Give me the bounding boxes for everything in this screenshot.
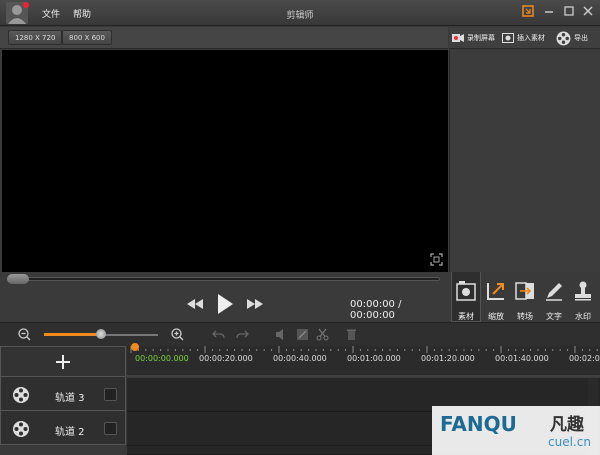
timeline-toolbar xyxy=(0,322,600,346)
maximize-icon[interactable] xyxy=(561,4,577,18)
track-name: 轨道 2 xyxy=(55,427,85,438)
zoom-out-icon[interactable] xyxy=(18,328,31,341)
edit-tabs: 素材 缩放 转场 文字 水印 xyxy=(449,272,600,322)
crop-icon[interactable] xyxy=(296,328,309,341)
title-bar: 文件 帮助 剪辑师 xyxy=(0,0,600,26)
resolution-toolbar: 1280 X 720 800 X 600 xyxy=(0,27,448,49)
menu-file[interactable]: 文件 xyxy=(42,7,60,20)
tab-label: 缩放 xyxy=(488,312,504,321)
current-time-label: 00:00:00.000 xyxy=(135,354,189,363)
timeline-ruler[interactable]: 00:00:00.000 00:00:20.000 00:00:40.000 0… xyxy=(127,346,600,377)
tick-label: 00:00:40.000 xyxy=(273,354,327,363)
tick-label: 00:01:40.000 xyxy=(495,354,549,363)
delete-icon[interactable] xyxy=(345,328,358,341)
transition-icon xyxy=(514,272,536,305)
add-track-button[interactable] xyxy=(0,346,126,377)
tick-label: 00:02:0 xyxy=(569,354,600,363)
material-panel xyxy=(449,50,600,272)
site-watermark: FANQU 凡趣 cuel.cn xyxy=(432,406,600,455)
tab-1[interactable]: 缩放 xyxy=(481,272,511,322)
tick-label: 00:00:20.000 xyxy=(199,354,253,363)
fast-forward-icon[interactable] xyxy=(246,297,264,314)
insert-material-button[interactable]: 插入素材 xyxy=(502,28,545,48)
playhead[interactable] xyxy=(131,343,139,351)
minimize-icon[interactable] xyxy=(541,4,557,18)
play-icon[interactable] xyxy=(216,293,234,318)
user-avatar-icon[interactable] xyxy=(6,2,29,24)
tick-label: 00:01:20.000 xyxy=(421,354,475,363)
watermark-url: cuel.cn xyxy=(548,435,591,449)
tick-label: 00:01:00.000 xyxy=(347,354,401,363)
seekbar-area xyxy=(0,272,448,288)
fullscreen-icon[interactable] xyxy=(430,253,443,266)
redo-icon[interactable] xyxy=(236,328,249,341)
tab-3[interactable]: 文字 xyxy=(539,272,569,322)
stamp-icon xyxy=(572,272,594,305)
track-header[interactable]: 轨道 3 xyxy=(0,377,126,411)
zoom-slider-fill xyxy=(44,333,101,336)
tab-label: 转场 xyxy=(517,312,533,321)
export-button[interactable]: 导出 xyxy=(556,28,588,48)
tab-label: 水印 xyxy=(575,312,591,321)
lock-icon[interactable] xyxy=(104,388,117,401)
zoom-slider-thumb[interactable] xyxy=(96,329,106,339)
lock-icon[interactable] xyxy=(104,422,117,435)
film-reel-icon xyxy=(13,387,29,403)
cut-icon[interactable] xyxy=(316,328,329,341)
zoom-crop-icon xyxy=(485,272,507,305)
watermark-cn-text: 凡趣 xyxy=(550,415,584,435)
record-icon xyxy=(452,34,464,42)
tab-4[interactable]: 水印 xyxy=(568,272,598,322)
track-header[interactable]: 轨道 2 xyxy=(0,411,126,445)
film-reel-icon xyxy=(556,31,571,45)
seek-track[interactable] xyxy=(7,277,440,281)
tab-label: 文字 xyxy=(546,312,562,321)
tab-0[interactable]: 素材 xyxy=(451,272,481,322)
track-name: 轨道 3 xyxy=(55,393,85,404)
tab-2[interactable]: 转场 xyxy=(510,272,540,322)
film-reel-icon xyxy=(13,421,29,437)
tab-label: 素材 xyxy=(458,312,474,321)
material-icon xyxy=(455,272,477,305)
text-pen-icon xyxy=(543,272,565,305)
action-toolbar: 录制屏幕 插入素材 导出 xyxy=(449,27,600,49)
watermark-logo-text: FANQU xyxy=(440,412,517,436)
seek-thumb[interactable] xyxy=(7,274,29,284)
player-controls: 00:00:00 / 00:00:00 xyxy=(0,288,448,322)
insert-icon xyxy=(502,33,514,43)
timecode: 00:00:00 / 00:00:00 xyxy=(350,299,402,321)
record-screen-button[interactable]: 录制屏幕 xyxy=(452,28,495,48)
resolution-1280-button[interactable]: 1280 X 720 xyxy=(8,30,63,45)
skin-icon[interactable] xyxy=(520,4,536,18)
close-icon[interactable] xyxy=(580,4,596,18)
menu-help[interactable]: 帮助 xyxy=(73,7,91,20)
record-screen-label: 录制屏幕 xyxy=(467,34,495,42)
rewind-icon[interactable] xyxy=(186,297,204,314)
insert-material-label: 插入素材 xyxy=(517,34,545,42)
undo-icon[interactable] xyxy=(212,328,225,341)
resolution-800-button[interactable]: 800 X 600 xyxy=(62,30,112,45)
video-preview[interactable] xyxy=(2,50,448,272)
mute-icon[interactable] xyxy=(275,328,288,341)
export-label: 导出 xyxy=(574,34,588,42)
zoom-in-icon[interactable] xyxy=(171,328,184,341)
plus-icon xyxy=(56,354,70,369)
